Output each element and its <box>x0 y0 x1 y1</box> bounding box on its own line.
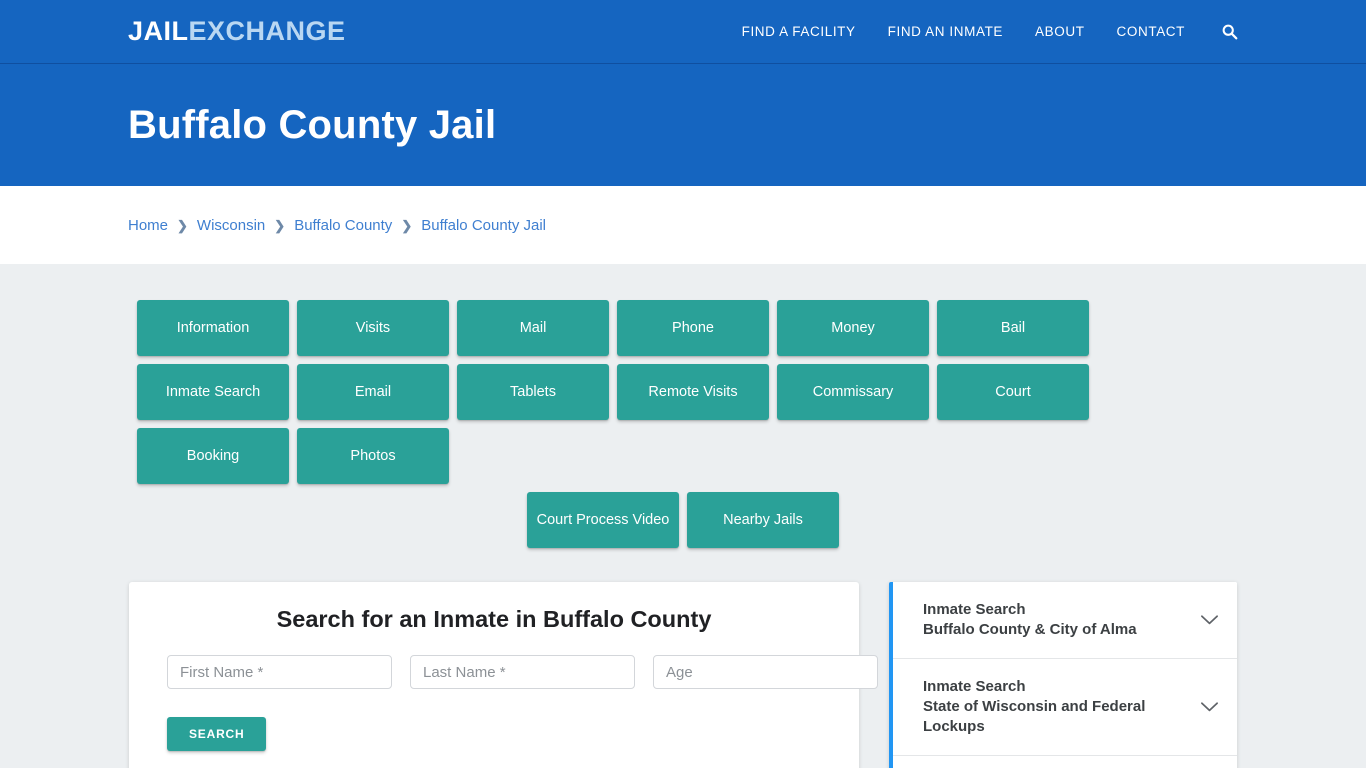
page-title-band: Buffalo County Jail <box>0 64 1366 186</box>
section-button-remote-visits[interactable]: Remote Visits <box>617 364 769 420</box>
breadcrumb-item-home[interactable]: Home <box>128 217 168 234</box>
section-button-bail[interactable]: Bail <box>937 300 1089 356</box>
chevron-down-glyph <box>1201 702 1218 711</box>
search-icon <box>1222 24 1238 40</box>
sidebar-column: Inmate Search Buffalo County & City of A… <box>889 582 1237 768</box>
sidebar-accordion: Inmate Search Buffalo County & City of A… <box>889 582 1237 768</box>
accordion-item-line1: Inmate Search <box>923 677 1026 695</box>
accordion-item-inmate-search-state[interactable]: Inmate Search State of Wisconsin and Fed… <box>893 658 1237 756</box>
site-logo[interactable]: JAIL EXCHANGE <box>128 18 346 45</box>
section-button-visits[interactable]: Visits <box>297 300 449 356</box>
inmate-search-fields: Race <box>149 655 1059 689</box>
logo-text-exchange: EXCHANGE <box>188 16 346 46</box>
nav-item-contact[interactable]: CONTACT <box>1117 24 1185 39</box>
chevron-down-icon[interactable] <box>1200 614 1219 626</box>
section-button-tablets[interactable]: Tablets <box>457 364 609 420</box>
accordion-item-line2: State of Wisconsin and Federal Lockups <box>923 697 1146 735</box>
top-navigation-bar: JAIL EXCHANGE FIND A FACILITY FIND AN INM… <box>0 0 1366 64</box>
breadcrumb-item-buffalo-county[interactable]: Buffalo County <box>294 217 392 234</box>
inmate-search-card: Search for an Inmate in Buffalo County R… <box>129 582 1059 768</box>
facility-section-buttons: Information Visits Mail Phone Money Bail… <box>137 300 1229 484</box>
accordion-item-contact-information[interactable]: Buffalo County Jail Contact Information <box>893 755 1237 768</box>
inmate-search-heading: Search for an Inmate in Buffalo County <box>276 606 712 632</box>
last-name-input[interactable] <box>410 655 635 689</box>
section-button-nearby-jails[interactable]: Nearby Jails <box>687 492 839 548</box>
age-input[interactable] <box>653 655 878 689</box>
section-button-photos[interactable]: Photos <box>297 428 449 484</box>
breadcrumb-item-buffalo-county-jail[interactable]: Buffalo County Jail <box>421 217 546 234</box>
accordion-item-inmate-search-county[interactable]: Inmate Search Buffalo County & City of A… <box>893 582 1237 659</box>
chevron-down-glyph <box>1201 615 1218 625</box>
primary-nav: FIND A FACILITY FIND AN INMATE ABOUT CON… <box>742 23 1238 40</box>
page-title: Buffalo County Jail <box>128 102 497 147</box>
chevron-right-icon: ❯ <box>177 217 188 233</box>
first-name-input[interactable] <box>167 655 392 689</box>
accordion-item-line2: Buffalo County & City of Alma <box>923 620 1137 638</box>
breadcrumb-item-wisconsin[interactable]: Wisconsin <box>197 217 265 234</box>
accordion-item-text: Inmate Search Buffalo County & City of A… <box>923 600 1137 640</box>
section-button-court-process-video[interactable]: Court Process Video <box>527 492 679 548</box>
section-button-mail[interactable]: Mail <box>457 300 609 356</box>
section-button-money[interactable]: Money <box>777 300 929 356</box>
content-columns: Search for an Inmate in Buffalo County R… <box>129 548 1237 768</box>
section-button-information[interactable]: Information <box>137 300 289 356</box>
section-button-phone[interactable]: Phone <box>617 300 769 356</box>
section-button-commissary[interactable]: Commissary <box>777 364 929 420</box>
section-button-inmate-search[interactable]: Inmate Search <box>137 364 289 420</box>
search-submit-button[interactable]: SEARCH <box>167 717 267 751</box>
chevron-down-icon[interactable] <box>1200 701 1219 713</box>
section-button-court[interactable]: Court <box>937 364 1089 420</box>
accordion-item-line1: Inmate Search <box>923 601 1026 618</box>
chevron-right-icon: ❯ <box>401 217 413 233</box>
nav-item-find-an-inmate[interactable]: FIND AN INMATE <box>888 24 1003 39</box>
section-button-email[interactable]: Email <box>297 364 449 420</box>
nav-item-find-a-facility[interactable]: FIND A FACILITY <box>742 24 856 39</box>
chevron-right-icon: ❯ <box>274 217 286 233</box>
search-icon-button[interactable] <box>1221 23 1238 40</box>
nav-item-about[interactable]: ABOUT <box>1035 24 1085 39</box>
breadcrumb-band: Home ❯ Wisconsin ❯ Buffalo County ❯ Buff… <box>0 186 1366 264</box>
main-column: Search for an Inmate in Buffalo County R… <box>129 582 1059 768</box>
breadcrumb: Home ❯ Wisconsin ❯ Buffalo County ❯ Buff… <box>128 217 546 234</box>
accordion-item-text: Inmate Search State of Wisconsin and Fed… <box>923 677 1186 737</box>
section-button-booking[interactable]: Booking <box>137 428 289 484</box>
main-content: Information Visits Mail Phone Money Bail… <box>0 264 1366 768</box>
facility-section-buttons-row-3: Court Process Video Nearby Jails <box>137 492 1229 548</box>
logo-text-jail: JAIL <box>128 16 189 46</box>
